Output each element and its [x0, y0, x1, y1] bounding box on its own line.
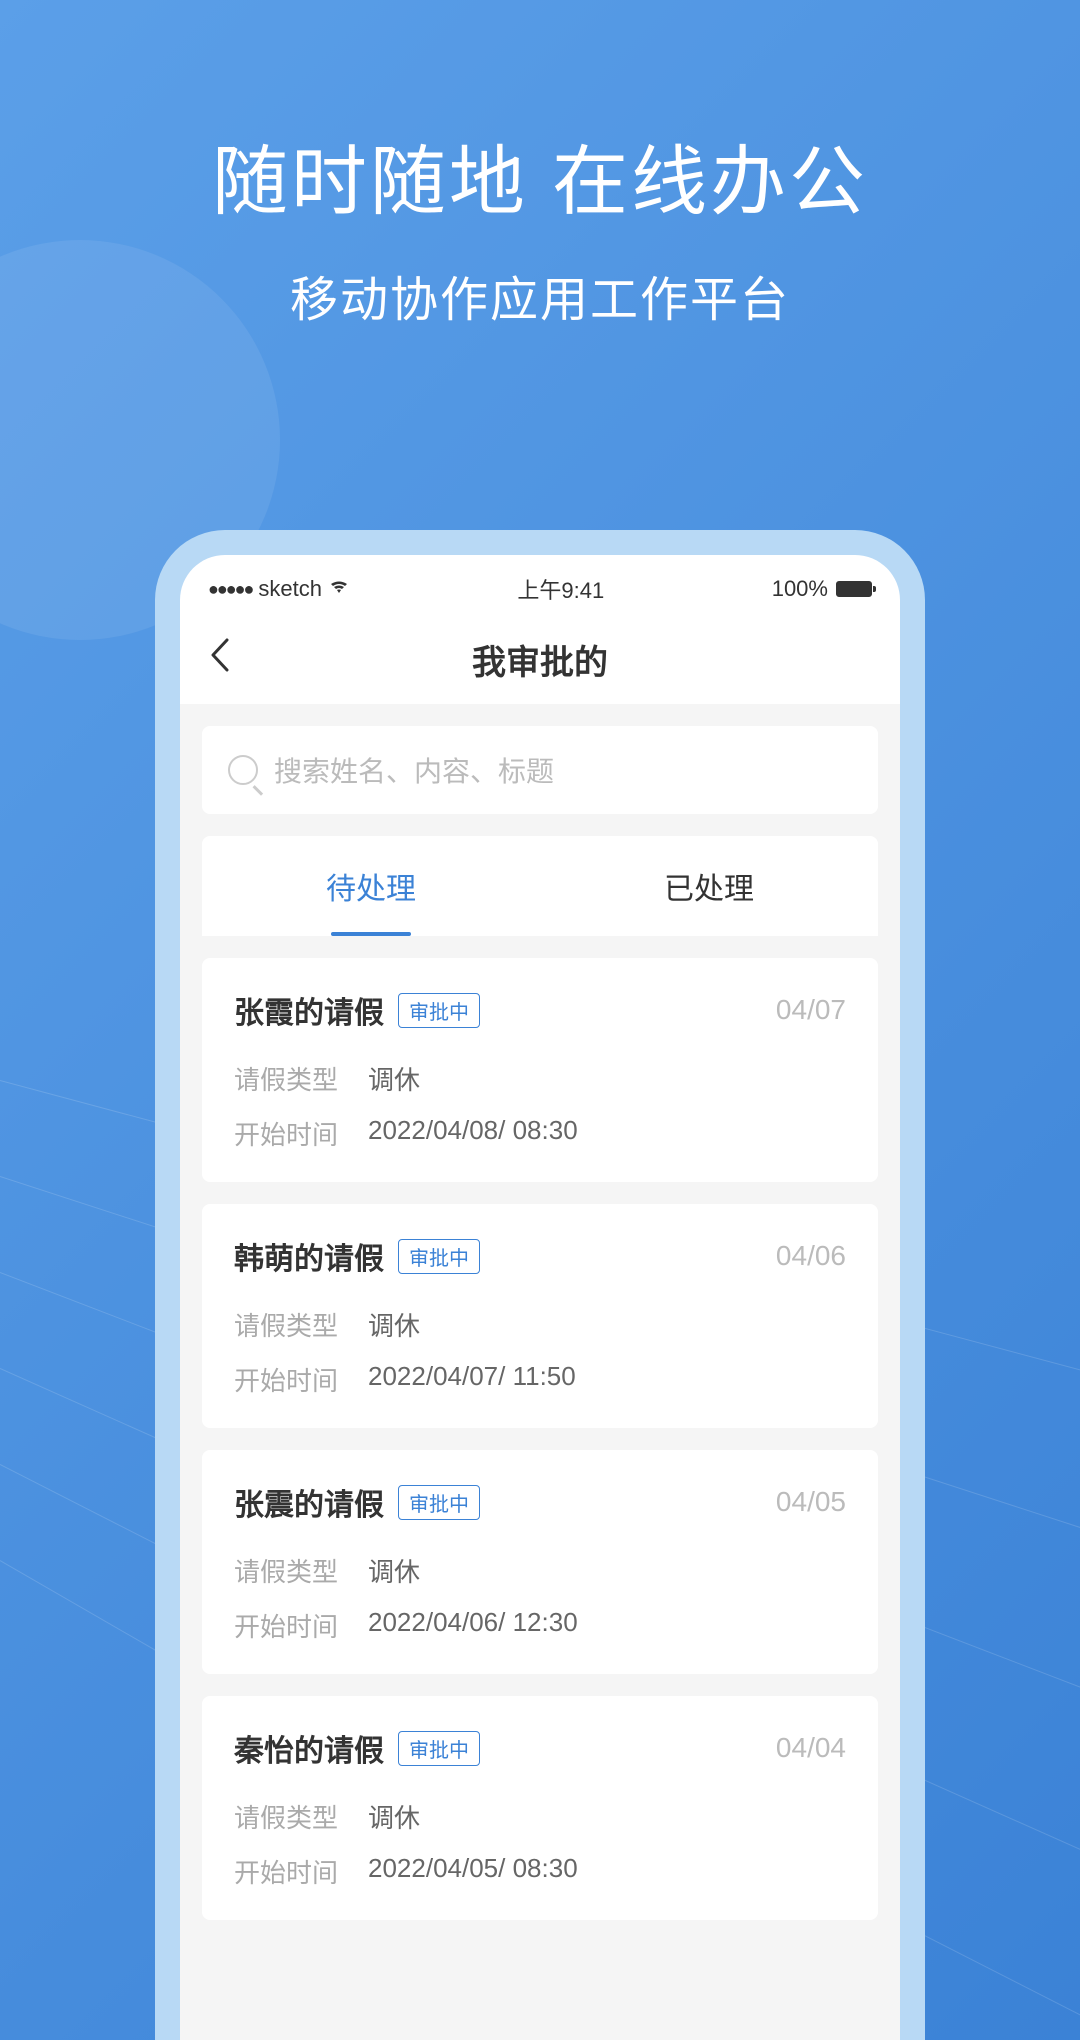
status-bar: ●●●●● sketch 上午9:41 100% — [180, 555, 900, 615]
card-title: 张震的请假 — [234, 1480, 384, 1524]
content-area: 搜索姓名、内容、标题 待处理 已处理 张霞的请假 审批中 04/07 — [180, 704, 900, 2040]
leave-type-label: 请假类型 — [234, 1552, 338, 1589]
wifi-icon — [328, 578, 350, 601]
tabs: 待处理 已处理 — [202, 836, 878, 936]
start-time-label: 开始时间 — [234, 1853, 338, 1890]
status-badge: 审批中 — [398, 1485, 480, 1520]
search-input[interactable]: 搜索姓名、内容、标题 — [202, 726, 878, 814]
card-row-time: 开始时间 2022/04/07/ 11:50 — [234, 1361, 846, 1398]
card-row-type: 请假类型 调休 — [234, 1306, 846, 1343]
carrier-label: sketch — [258, 576, 322, 602]
navbar: 我审批的 — [180, 615, 900, 704]
card-header-left: 张霞的请假 审批中 — [234, 988, 480, 1032]
leave-type-value: 调休 — [368, 1306, 420, 1343]
card-header: 韩萌的请假 审批中 04/06 — [234, 1234, 846, 1278]
battery-percent: 100% — [772, 576, 828, 602]
start-time-value: 2022/04/05/ 08:30 — [368, 1853, 578, 1890]
card-date: 04/05 — [776, 1486, 846, 1518]
start-time-value: 2022/04/07/ 11:50 — [368, 1361, 576, 1398]
back-button[interactable] — [210, 638, 230, 681]
card-row-type: 请假类型 调休 — [234, 1552, 846, 1589]
tab-processed[interactable]: 已处理 — [540, 836, 878, 936]
search-placeholder: 搜索姓名、内容、标题 — [274, 750, 554, 790]
approval-card[interactable]: 秦怡的请假 审批中 04/04 请假类型 调休 开始时间 2022/04/05/… — [202, 1696, 878, 1920]
card-row-type: 请假类型 调休 — [234, 1060, 846, 1097]
leave-type-value: 调休 — [368, 1798, 420, 1835]
card-header-left: 秦怡的请假 审批中 — [234, 1726, 480, 1770]
card-header: 张震的请假 审批中 04/05 — [234, 1480, 846, 1524]
leave-type-value: 调休 — [368, 1552, 420, 1589]
status-badge: 审批中 — [398, 993, 480, 1028]
start-time-label: 开始时间 — [234, 1115, 338, 1152]
card-header-left: 韩萌的请假 审批中 — [234, 1234, 480, 1278]
card-header: 张霞的请假 审批中 04/07 — [234, 988, 846, 1032]
card-date: 04/07 — [776, 994, 846, 1026]
start-time-value: 2022/04/06/ 12:30 — [368, 1607, 578, 1644]
leave-type-label: 请假类型 — [234, 1306, 338, 1343]
tab-pending[interactable]: 待处理 — [202, 836, 540, 936]
status-badge: 审批中 — [398, 1731, 480, 1766]
phone-mockup: ●●●●● sketch 上午9:41 100% 我审批的 — [155, 530, 925, 2040]
phone-screen: ●●●●● sketch 上午9:41 100% 我审批的 — [180, 555, 900, 2040]
status-right: 100% — [772, 576, 872, 602]
status-badge: 审批中 — [398, 1239, 480, 1274]
leave-type-value: 调休 — [368, 1060, 420, 1097]
card-header-left: 张震的请假 审批中 — [234, 1480, 480, 1524]
start-time-label: 开始时间 — [234, 1361, 338, 1398]
page-title: 我审批的 — [210, 635, 870, 684]
card-row-time: 开始时间 2022/04/08/ 08:30 — [234, 1115, 846, 1152]
approval-card[interactable]: 张震的请假 审批中 04/05 请假类型 调休 开始时间 2022/04/06/… — [202, 1450, 878, 1674]
chevron-left-icon — [210, 638, 230, 672]
leave-type-label: 请假类型 — [234, 1798, 338, 1835]
status-time: 上午9:41 — [517, 573, 604, 605]
approval-card[interactable]: 张霞的请假 审批中 04/07 请假类型 调休 开始时间 2022/04/08/… — [202, 958, 878, 1182]
card-title: 张霞的请假 — [234, 988, 384, 1032]
battery-icon — [836, 581, 872, 597]
start-time-label: 开始时间 — [234, 1607, 338, 1644]
card-date: 04/04 — [776, 1732, 846, 1764]
start-time-value: 2022/04/08/ 08:30 — [368, 1115, 578, 1152]
card-row-time: 开始时间 2022/04/05/ 08:30 — [234, 1853, 846, 1890]
card-title: 韩萌的请假 — [234, 1234, 384, 1278]
search-icon — [228, 755, 258, 785]
card-row-type: 请假类型 调休 — [234, 1798, 846, 1835]
card-row-time: 开始时间 2022/04/06/ 12:30 — [234, 1607, 846, 1644]
leave-type-label: 请假类型 — [234, 1060, 338, 1097]
card-header: 秦怡的请假 审批中 04/04 — [234, 1726, 846, 1770]
signal-icon: ●●●●● — [208, 579, 252, 600]
phone-frame: ●●●●● sketch 上午9:41 100% 我审批的 — [155, 530, 925, 2040]
approval-card[interactable]: 韩萌的请假 审批中 04/06 请假类型 调休 开始时间 2022/04/07/… — [202, 1204, 878, 1428]
status-left: ●●●●● sketch — [208, 576, 350, 602]
card-date: 04/06 — [776, 1240, 846, 1272]
card-title: 秦怡的请假 — [234, 1726, 384, 1770]
